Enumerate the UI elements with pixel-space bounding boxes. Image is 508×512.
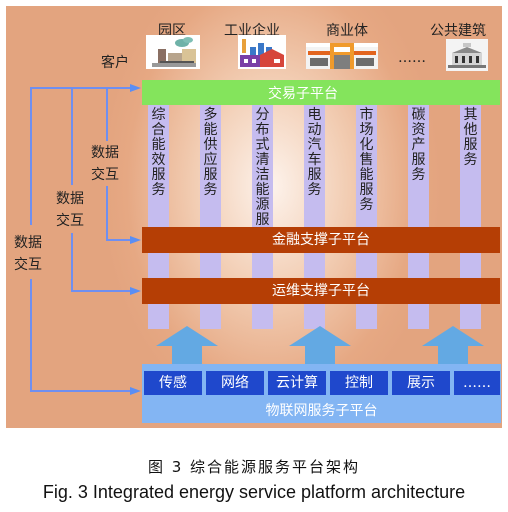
service-label: 其他服务 [463,107,478,168]
service-label: 分布式清洁能源服务 [255,107,270,243]
iot-module-sensing: 传感 [144,371,202,395]
finance-platform: 金融支撑子平台 [142,227,500,253]
up-arrow-icon [156,326,218,364]
connector-line [106,186,108,240]
arrow-right-icon [130,387,141,395]
data-exchange-label: 数据 交互 [56,191,84,229]
arrow-right-icon [130,84,141,92]
trading-platform-label: 交易子平台 [268,86,338,102]
data-exchange-label: 数据 交互 [91,145,119,183]
connector-line [71,290,131,292]
service-label: 综合能效服务 [151,107,166,198]
service-label: 多能供应服务 [203,107,218,198]
factory-icon [238,35,286,69]
data-exchange-label: 数据 交互 [14,235,42,273]
industrial-park-icon [146,35,200,69]
iot-module-more: …… [454,371,500,395]
iot-platform: 传感 网络 云计算 控制 展示 …… 物联网服务子平台 [142,364,501,423]
arrow-right-icon [130,236,141,244]
connector-line [30,87,32,107]
customer-commercial-label: 商业体 [326,23,368,39]
iot-module-network: 网络 [206,371,264,395]
customer-label: 客户 [101,55,129,71]
shopping-mall-icon [306,43,378,69]
iot-module-display: 展示 [392,371,450,395]
ops-platform: 运维支撑子平台 [142,278,500,304]
connector-line [106,87,108,141]
connector-line [71,87,73,185]
diagram-canvas: 客户 园区 工业企业 商业体 …… 公共建筑 交易子平台 综合能效服务 多能供应… [6,6,502,428]
customer-more-label: …… [398,50,426,66]
service-label: 碳资产服务 [411,107,426,183]
connector-line [30,390,131,392]
figure-caption-cn: 图 3 综合能源服务平台架构 [147,458,361,476]
public-building-icon [446,39,488,71]
figure-caption-en: Fig. 3 Integrated energy service platfor… [42,482,466,502]
connector-line [30,279,32,391]
iot-module-control: 控制 [330,371,388,395]
up-arrow-icon [422,326,484,364]
connector-line [30,87,131,89]
iot-module-cloud: 云计算 [268,371,326,395]
iot-platform-label: 物联网服务子平台 [265,403,378,419]
arrow-right-icon [130,287,141,295]
service-label: 市场化售能服务 [359,107,374,213]
service-label: 电动汽车服务 [307,107,322,198]
up-arrow-icon [289,326,351,364]
connector-line [106,239,131,241]
connector-line [30,107,32,225]
customer-public-label: 公共建筑 [430,23,486,39]
trading-platform: 交易子平台 [142,80,500,105]
connector-line [71,233,73,291]
